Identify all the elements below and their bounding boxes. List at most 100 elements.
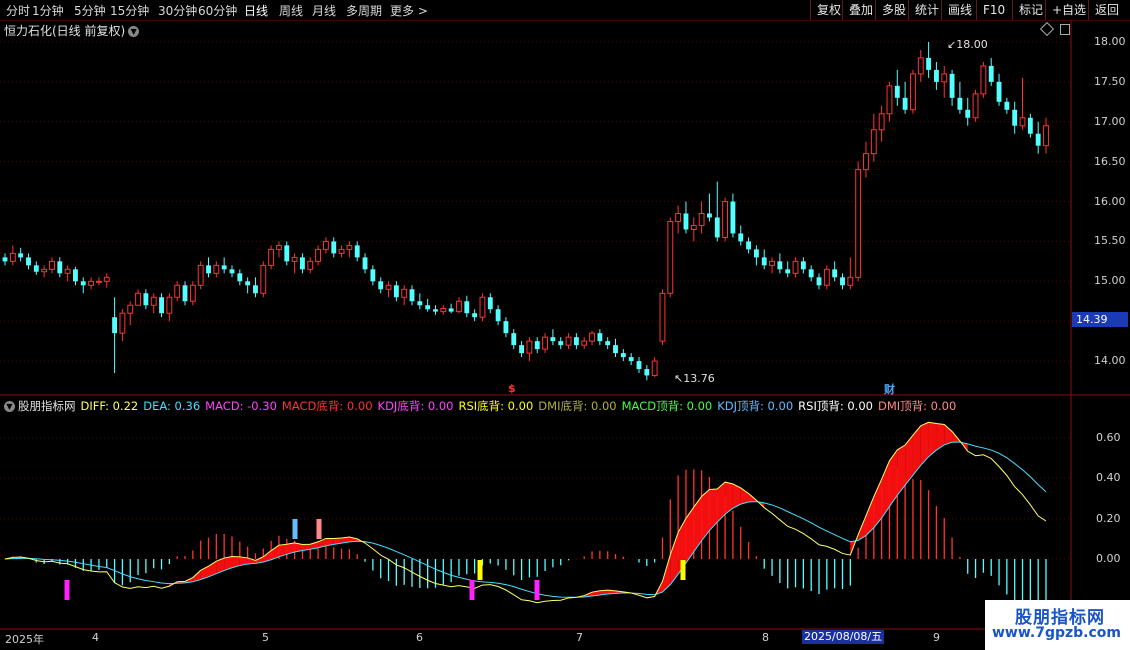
candle-body-0 <box>2 257 8 262</box>
candle-body-94 <box>738 233 744 242</box>
high-price-text: 18.00 <box>956 38 988 51</box>
candle-body-97 <box>761 257 767 266</box>
stock-title-text: 恒力石化(日线 前复权) <box>4 24 126 38</box>
candle-body-67 <box>526 340 533 354</box>
candle-body-35 <box>276 244 282 250</box>
signal-marker-6 <box>680 560 686 580</box>
candle-body-64 <box>503 321 509 334</box>
time-tick-4: 7 <box>576 631 583 644</box>
candle-body-71 <box>558 341 564 346</box>
indicator-value-1: DEA: 0.36 <box>143 399 201 413</box>
event-marker-s[interactable]: $ <box>508 382 516 395</box>
candle-body-112 <box>878 113 885 131</box>
candle-body-51 <box>401 288 408 298</box>
price-tick-7: 14.00 <box>1094 354 1126 368</box>
candle-body-101 <box>792 260 799 274</box>
candle-body-90 <box>707 213 712 218</box>
chart-canvas[interactable] <box>0 0 1130 650</box>
candle-body-99 <box>777 261 783 270</box>
candle-body-43 <box>338 248 345 254</box>
macd-fill-115 <box>905 435 913 486</box>
macd-fill-90 <box>709 488 718 531</box>
candle-body-124 <box>972 93 979 119</box>
candle-body-91 <box>714 217 720 238</box>
panel-toggle-icon[interactable] <box>1060 24 1070 35</box>
chevron-down-icon[interactable]: ▼ <box>4 401 15 412</box>
candle-body-39 <box>307 260 314 270</box>
indicator-value-8: KDJ顶背: 0.00 <box>717 399 794 413</box>
candle-body-4 <box>33 265 39 272</box>
indicator-value-6: DMI底背: 0.00 <box>538 399 617 413</box>
candle-body-59 <box>464 301 470 314</box>
signal-marker-1 <box>292 519 298 539</box>
price-tick-5: 15.50 <box>1094 234 1126 248</box>
indicator-name: 股朋指标网 <box>18 399 76 413</box>
candle-body-100 <box>785 269 791 274</box>
macd-fill-85 <box>670 532 679 585</box>
candle-body-114 <box>894 85 900 98</box>
candle-body-73 <box>573 337 579 346</box>
candle-body-33 <box>260 264 267 294</box>
candle-body-93 <box>730 201 736 234</box>
candle-body-30 <box>237 273 243 282</box>
indicator-tick-1: 0.40 <box>1096 471 1121 484</box>
chevron-down-icon[interactable]: ▼ <box>128 26 140 37</box>
candle-body-42 <box>331 241 337 254</box>
candle-body-113 <box>886 85 893 115</box>
candle-body-18 <box>143 293 149 306</box>
candle-body-108 <box>847 276 854 286</box>
candle-body-106 <box>832 269 838 278</box>
candle-body-122 <box>957 97 963 110</box>
candle-body-83 <box>651 360 658 376</box>
candle-body-111 <box>870 129 877 155</box>
candle-body-61 <box>479 296 486 318</box>
candle-body-34 <box>268 248 275 266</box>
candle-body-16 <box>127 304 134 314</box>
candle-body-14 <box>112 317 118 334</box>
watermark-url: www.7gpzb.com <box>992 625 1122 641</box>
candle-body-7 <box>57 261 63 274</box>
low-price-text: 13.76 <box>683 372 715 385</box>
candle-body-56 <box>440 307 447 313</box>
candle-body-103 <box>808 269 814 278</box>
candle-body-11 <box>88 280 95 286</box>
time-tick-3: 6 <box>416 631 423 644</box>
candle-body-104 <box>816 277 822 286</box>
candle-body-2 <box>18 253 24 258</box>
macd-fill-117 <box>920 422 929 466</box>
candle-body-31 <box>245 281 251 286</box>
candle-body-126 <box>988 65 994 82</box>
macd-fill-114 <box>897 445 906 496</box>
indicator-tick-3: 0.00 <box>1096 552 1121 565</box>
candle-body-115 <box>902 97 908 110</box>
candle-body-12 <box>95 280 102 283</box>
high-price-annotation: ↙18.00 <box>947 38 988 51</box>
price-tick-1: 17.50 <box>1094 74 1126 88</box>
candle-body-54 <box>425 305 431 310</box>
candle-body-40 <box>315 248 322 262</box>
candle-body-125 <box>980 65 987 95</box>
candle-body-96 <box>753 249 759 258</box>
price-tick-6: 15.00 <box>1094 274 1126 288</box>
candle-body-44 <box>346 244 353 250</box>
candle-body-75 <box>589 332 595 342</box>
macd-fill-110 <box>865 496 874 536</box>
candle-body-15 <box>119 312 126 334</box>
candle-body-21 <box>166 296 173 314</box>
candle-body-121 <box>949 73 955 98</box>
candle-body-27 <box>213 264 220 274</box>
candle-body-70 <box>550 337 556 342</box>
candle-body-28 <box>221 265 227 270</box>
candle-body-32 <box>253 285 258 294</box>
candle-body-86 <box>675 212 682 222</box>
candle-body-105 <box>823 268 830 286</box>
macd-fill-87 <box>685 507 694 564</box>
candle-body-41 <box>322 240 329 250</box>
time-tick-6: 9 <box>933 631 940 644</box>
candle-body-48 <box>378 281 384 290</box>
candle-body-117 <box>917 57 924 75</box>
candle-body-13 <box>103 276 110 282</box>
candle-body-78 <box>613 345 618 354</box>
candle-body-84 <box>659 292 666 342</box>
event-marker-finance[interactable]: 财 <box>884 381 895 397</box>
